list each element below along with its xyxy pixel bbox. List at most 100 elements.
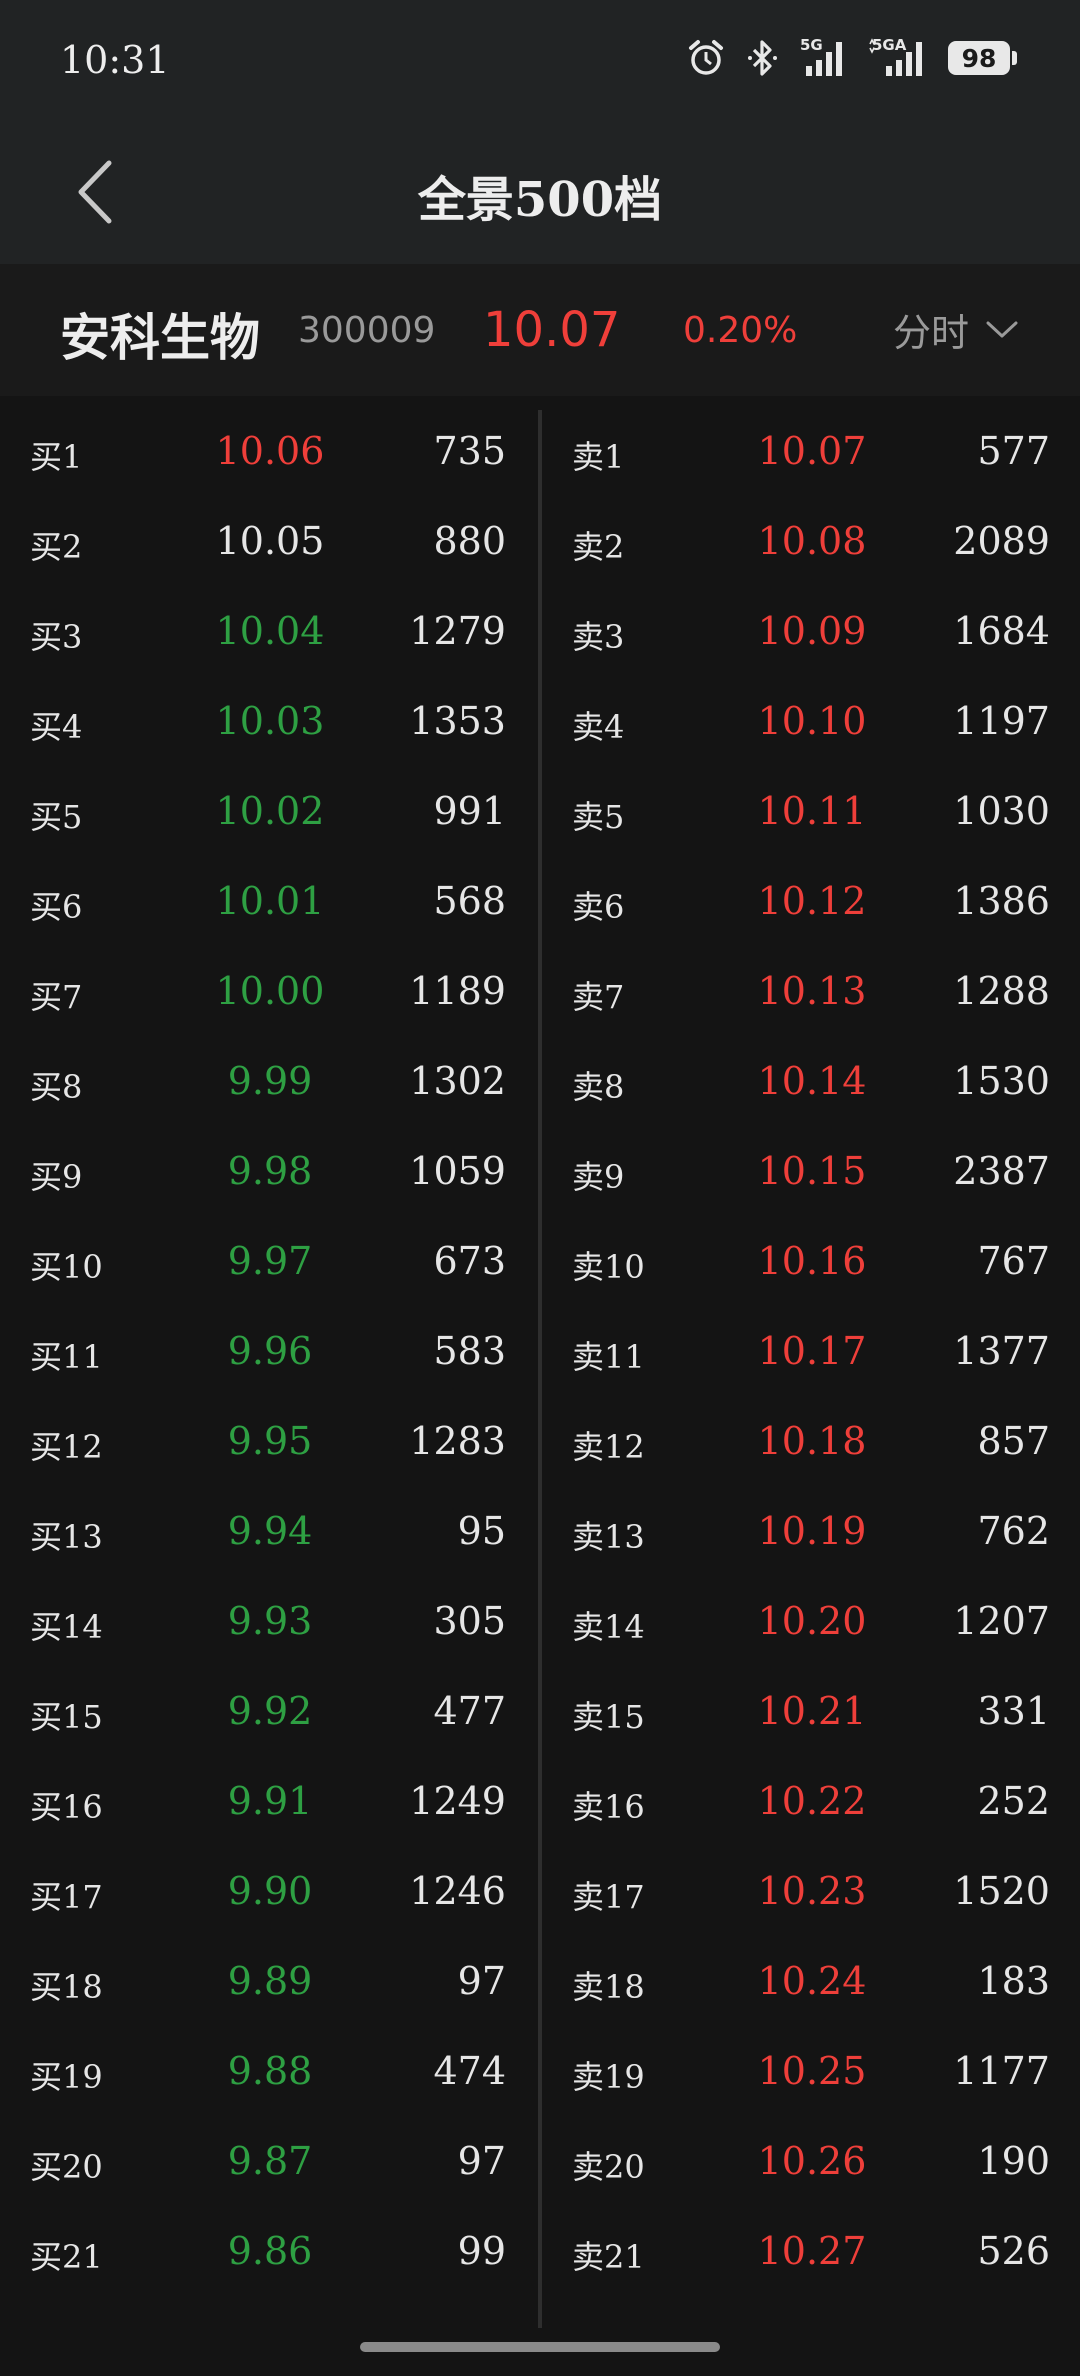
bid-price: 9.87 <box>227 2139 313 2183</box>
ask-row[interactable]: 卖2 10.08 2089 <box>542 500 1080 590</box>
ask-row[interactable]: 卖6 10.12 1386 <box>542 860 1080 950</box>
bid-price: 9.92 <box>227 1689 313 1733</box>
ask-price: 10.23 <box>757 1869 867 1913</box>
ask-row[interactable]: 卖21 10.27 526 <box>542 2210 1080 2300</box>
ask-price: 10.08 <box>757 519 867 563</box>
bid-row[interactable]: 买14 9.93 305 <box>0 1580 538 1670</box>
ask-row[interactable]: 卖18 10.24 183 <box>542 1940 1080 2030</box>
ask-price: 10.13 <box>757 969 867 1013</box>
bid-row[interactable]: 买10 9.97 673 <box>0 1220 538 1310</box>
bid-row[interactable]: 买20 9.87 97 <box>0 2120 538 2210</box>
stock-change-percent: 0.20% <box>683 310 798 351</box>
ask-row[interactable]: 卖14 10.20 1207 <box>542 1580 1080 1670</box>
bid-row[interactable]: 买1 10.06 735 <box>0 410 538 500</box>
bid-volume: 583 <box>433 1329 506 1373</box>
ask-volume: 252 <box>977 1779 1050 1823</box>
bid-level-label: 买9 <box>30 1158 83 1196</box>
bid-level-label: 买3 <box>30 618 83 656</box>
stock-name: 安科生物 <box>60 309 260 367</box>
ask-row[interactable]: 卖16 10.22 252 <box>542 1760 1080 1850</box>
bid-price: 9.99 <box>227 1059 313 1103</box>
bid-row[interactable]: 买16 9.91 1249 <box>0 1760 538 1850</box>
ask-volume: 2089 <box>953 519 1050 563</box>
signal-5ga-icon: 5GA <box>868 36 928 78</box>
ask-row[interactable]: 卖8 10.14 1530 <box>542 1040 1080 1130</box>
bid-level-label: 买2 <box>30 528 83 566</box>
page-title: 全景500档 <box>417 172 663 228</box>
bid-level-label: 买16 <box>30 1788 103 1826</box>
ask-volume: 2387 <box>953 1149 1050 1193</box>
bid-price: 9.86 <box>227 2229 313 2273</box>
ask-level-label: 卖10 <box>572 1248 645 1286</box>
ask-price: 10.22 <box>757 1779 867 1823</box>
bid-level-label: 买7 <box>30 978 83 1016</box>
status-icons: 5G 5GA 98 <box>686 36 1017 80</box>
ask-price: 10.12 <box>757 879 867 923</box>
ask-row[interactable]: 卖4 10.10 1197 <box>542 680 1080 770</box>
ask-level-label: 卖18 <box>572 1968 645 2006</box>
ask-volume: 1386 <box>953 879 1050 923</box>
bid-row[interactable]: 买11 9.96 583 <box>0 1310 538 1400</box>
signal-5g-icon: 5G <box>800 36 848 78</box>
ask-volume: 1520 <box>953 1869 1050 1913</box>
ask-row[interactable]: 卖15 10.21 331 <box>542 1670 1080 1760</box>
ask-row[interactable]: 卖19 10.25 1177 <box>542 2030 1080 2120</box>
bid-row[interactable]: 买21 9.86 99 <box>0 2210 538 2300</box>
bid-level-label: 买20 <box>30 2148 103 2186</box>
bid-row[interactable]: 买13 9.94 95 <box>0 1490 538 1580</box>
bid-row[interactable]: 买15 9.92 477 <box>0 1670 538 1760</box>
bid-level-label: 买15 <box>30 1698 103 1736</box>
ask-row[interactable]: 卖13 10.19 762 <box>542 1490 1080 1580</box>
order-book[interactable]: 买1 10.06 735 买2 10.05 880 买3 10.04 1279 买4 10.03 13… <box>0 410 1080 2328</box>
ask-level-label: 卖11 <box>572 1338 645 1376</box>
bid-row[interactable]: 买7 10.00 1189 <box>0 950 538 1040</box>
ask-volume: 1030 <box>953 789 1050 833</box>
bid-volume: 1353 <box>409 699 506 743</box>
bid-level-label: 买11 <box>30 1338 103 1376</box>
bid-row[interactable]: 买12 9.95 1283 <box>0 1400 538 1490</box>
home-indicator[interactable] <box>360 2342 720 2352</box>
ask-row[interactable]: 卖10 10.16 767 <box>542 1220 1080 1310</box>
bid-row[interactable]: 买6 10.01 568 <box>0 860 538 950</box>
ask-volume: 190 <box>977 2139 1050 2183</box>
ask-price: 10.20 <box>757 1599 867 1643</box>
bid-row[interactable]: 买5 10.02 991 <box>0 770 538 860</box>
bid-level-label: 买18 <box>30 1968 103 2006</box>
bid-volume: 95 <box>457 1509 506 1553</box>
bid-row[interactable]: 买9 9.98 1059 <box>0 1130 538 1220</box>
bid-row[interactable]: 买2 10.05 880 <box>0 500 538 590</box>
battery-icon: 98 <box>948 41 1017 75</box>
ask-row[interactable]: 卖20 10.26 190 <box>542 2120 1080 2210</box>
bid-row[interactable]: 买8 9.99 1302 <box>0 1040 538 1130</box>
bid-level-label: 买8 <box>30 1068 83 1106</box>
ask-level-label: 卖14 <box>572 1608 645 1646</box>
ask-row[interactable]: 卖17 10.23 1520 <box>542 1850 1080 1940</box>
bid-volume: 1189 <box>409 969 506 1013</box>
ask-price: 10.17 <box>757 1329 867 1373</box>
bid-volume: 97 <box>457 2139 506 2183</box>
ask-row[interactable]: 卖7 10.13 1288 <box>542 950 1080 1040</box>
bid-volume: 568 <box>433 879 506 923</box>
bid-volume: 1059 <box>409 1149 506 1193</box>
ask-level-label: 卖16 <box>572 1788 645 1826</box>
bid-row[interactable]: 买19 9.88 474 <box>0 2030 538 2120</box>
ask-volume: 767 <box>977 1239 1050 1283</box>
stock-price: 10.07 <box>483 302 621 358</box>
ask-row[interactable]: 卖1 10.07 577 <box>542 410 1080 500</box>
period-dropdown[interactable]: 分时 <box>893 302 1019 357</box>
bid-row[interactable]: 买17 9.90 1246 <box>0 1850 538 1940</box>
ask-row[interactable]: 卖9 10.15 2387 <box>542 1130 1080 1220</box>
bid-row[interactable]: 买18 9.89 97 <box>0 1940 538 2030</box>
ask-level-label: 卖5 <box>572 798 625 836</box>
ask-row[interactable]: 卖5 10.11 1030 <box>542 770 1080 860</box>
bid-row[interactable]: 买4 10.03 1353 <box>0 680 538 770</box>
ask-row[interactable]: 卖3 10.09 1684 <box>542 590 1080 680</box>
ask-price: 10.18 <box>757 1419 867 1463</box>
bid-row[interactable]: 买3 10.04 1279 <box>0 590 538 680</box>
ask-price: 10.19 <box>757 1509 867 1553</box>
bid-volume: 1283 <box>409 1419 506 1463</box>
ask-row[interactable]: 卖12 10.18 857 <box>542 1400 1080 1490</box>
chevron-down-icon <box>986 321 1018 337</box>
ask-row[interactable]: 卖11 10.17 1377 <box>542 1310 1080 1400</box>
ask-level-label: 卖21 <box>572 2238 645 2276</box>
